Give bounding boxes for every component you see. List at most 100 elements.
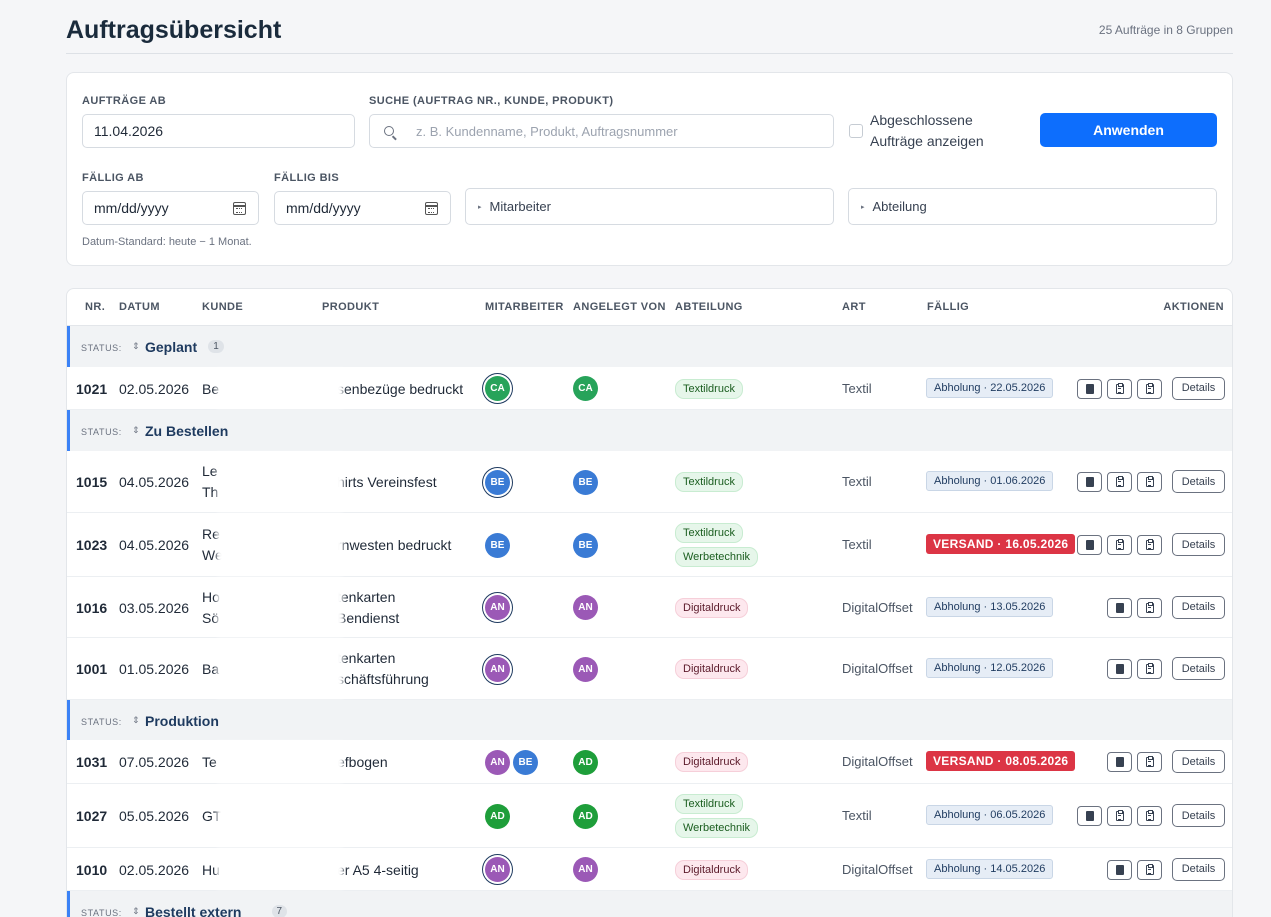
employee-avatar[interactable]: BE bbox=[485, 532, 510, 558]
employee-avatar[interactable]: AN bbox=[485, 857, 510, 882]
details-button[interactable]: Details bbox=[1172, 750, 1225, 773]
mitarbeiter-dropdown[interactable]: ▸ Mitarbeiter bbox=[465, 188, 834, 225]
clipboard-button[interactable] bbox=[1137, 535, 1162, 555]
table-row[interactable]: 1023 04.05.2026 Re We rnwesten bedruckt BE BE T… bbox=[67, 513, 1232, 577]
details-button[interactable]: Details bbox=[1172, 804, 1225, 827]
clipboard-icon bbox=[1116, 382, 1124, 394]
calendar-icon[interactable] bbox=[425, 202, 438, 215]
employee-avatar[interactable]: AN bbox=[485, 749, 510, 775]
document-button[interactable] bbox=[1107, 752, 1132, 772]
document-button[interactable] bbox=[1077, 378, 1102, 399]
clipboard-button[interactable] bbox=[1107, 806, 1132, 826]
search-input[interactable]: z. B. Kundenname, Produkt, Auftragsnumme… bbox=[369, 114, 834, 148]
details-button[interactable]: Details bbox=[1172, 595, 1225, 619]
created-by-avatar: BE bbox=[573, 469, 598, 495]
clipboard-button[interactable] bbox=[1137, 659, 1162, 679]
col-produkt[interactable]: PRODUKT bbox=[322, 301, 379, 313]
employee-avatar[interactable]: AN bbox=[485, 595, 510, 620]
col-art[interactable]: ART bbox=[842, 301, 866, 313]
due-badge: Abholung · 01.06.2026 bbox=[926, 471, 1054, 491]
calendar-icon[interactable] bbox=[233, 202, 246, 215]
employee-avatar[interactable]: BE bbox=[513, 749, 538, 775]
document-icon bbox=[1116, 864, 1124, 875]
document-button[interactable] bbox=[1077, 535, 1102, 555]
document-button[interactable] bbox=[1077, 472, 1102, 492]
details-button[interactable]: Details bbox=[1172, 857, 1225, 881]
clipboard-button[interactable] bbox=[1137, 859, 1162, 880]
table-row[interactable]: 1027 05.05.2026 GT AD AD Textildruck Werbetech… bbox=[67, 784, 1232, 848]
col-abteilung[interactable]: ABTEILUNG bbox=[675, 301, 743, 313]
clipboard-icon bbox=[1116, 810, 1124, 821]
status-prefix: STATUS: bbox=[81, 908, 122, 917]
status-group-header[interactable]: STATUS: ⇕ Geplant 1 bbox=[67, 326, 1232, 367]
abteilung-dropdown[interactable]: ▸ Abteilung bbox=[848, 188, 1217, 225]
employee-avatar[interactable]: AN bbox=[485, 656, 510, 682]
status-group-name: Bestellt extern bbox=[145, 904, 242, 917]
table-row[interactable]: 1021 02.05.2026 Be senbezüge bedruckt CA CA Te… bbox=[67, 367, 1232, 410]
sort-icon[interactable]: ⇕ bbox=[132, 715, 140, 726]
details-button[interactable]: Details bbox=[1172, 657, 1225, 680]
sort-icon[interactable]: ⇕ bbox=[132, 341, 140, 352]
order-date: 02.05.2026 bbox=[119, 380, 190, 397]
status-prefix: STATUS: bbox=[81, 343, 122, 353]
clipboard-icon bbox=[1146, 863, 1154, 875]
employee-avatar[interactable]: BE bbox=[485, 469, 510, 495]
status-group-header[interactable]: STATUS: ⇕ Zu Bestellen bbox=[67, 410, 1232, 451]
clipboard-button[interactable] bbox=[1107, 378, 1132, 399]
clipboard-button[interactable] bbox=[1137, 752, 1162, 772]
redacted-area bbox=[217, 742, 343, 782]
due-badge: Abholung · 06.05.2026 bbox=[926, 805, 1054, 825]
clipboard-button[interactable] bbox=[1107, 472, 1132, 492]
faellig-ab-input[interactable]: mm/dd/yyyy bbox=[82, 191, 259, 225]
product-name: tenkarten bbox=[337, 650, 396, 666]
product-name: efbogen bbox=[337, 754, 388, 770]
department-tag: Textildruck bbox=[675, 378, 743, 399]
closed-orders-checkbox[interactable] bbox=[849, 124, 863, 138]
status-prefix: STATUS: bbox=[81, 717, 122, 727]
document-button[interactable] bbox=[1107, 597, 1132, 618]
department-tag: Digitaldruck bbox=[675, 597, 749, 618]
col-datum[interactable]: DATUM bbox=[119, 301, 160, 313]
table-header: NR. DATUM KUNDE PRODUKT MITARBEITER ANGE… bbox=[67, 289, 1232, 326]
sort-icon[interactable]: ⇕ bbox=[132, 906, 140, 917]
redacted-area bbox=[217, 453, 343, 511]
sort-icon[interactable]: ⇕ bbox=[132, 425, 140, 436]
col-nr[interactable]: NR. bbox=[85, 301, 105, 313]
clipboard-icon bbox=[1116, 539, 1124, 550]
table-row[interactable]: 1010 02.05.2026 Hu er A5 4-seitig AN AN Digita… bbox=[67, 848, 1232, 891]
col-faellig[interactable]: FÄLLIG bbox=[927, 301, 969, 313]
details-button[interactable]: Details bbox=[1172, 533, 1225, 556]
table-row[interactable]: 1031 07.05.2026 Te efbogen AN BE AD Digitaldruc… bbox=[67, 740, 1232, 784]
clipboard-button[interactable] bbox=[1107, 535, 1132, 555]
col-mitarbeiter[interactable]: MITARBEITER bbox=[485, 301, 564, 313]
details-button[interactable]: Details bbox=[1172, 470, 1225, 493]
redacted-area bbox=[217, 369, 343, 408]
employee-avatar[interactable]: AD bbox=[485, 803, 510, 829]
document-button[interactable] bbox=[1107, 859, 1132, 880]
status-group-header[interactable]: STATUS: ⇕ Produktion bbox=[67, 700, 1232, 741]
created-by-avatar: AN bbox=[573, 595, 598, 620]
clipboard-button[interactable] bbox=[1137, 378, 1162, 399]
status-group-name: Produktion bbox=[145, 713, 219, 729]
document-button[interactable] bbox=[1077, 806, 1102, 826]
status-group-header[interactable]: STATUS: ⇕ Bestellt extern 7 bbox=[67, 891, 1232, 917]
order-type: DigitalOffset bbox=[842, 754, 913, 769]
table-row[interactable]: 1015 04.05.2026 Le Th hirts Vereinsfest BE BE T… bbox=[67, 451, 1232, 513]
apply-button[interactable]: Anwenden bbox=[1040, 113, 1217, 147]
table-row[interactable]: 1016 03.05.2026 Ho Sö tenkarten Bendienst AN AN… bbox=[67, 577, 1232, 638]
col-kunde[interactable]: KUNDE bbox=[202, 301, 243, 313]
details-button[interactable]: Details bbox=[1172, 376, 1225, 400]
table-row[interactable]: 1001 01.05.2026 Ba tenkarten schäftsführung A… bbox=[67, 638, 1232, 700]
created-by-avatar: BE bbox=[573, 532, 598, 558]
closed-orders-label[interactable]: Abgeschlossene Aufträge anzeigen bbox=[870, 110, 984, 152]
clipboard-button[interactable] bbox=[1137, 472, 1162, 492]
auftraege-ab-input[interactable]: 11.04.2026 bbox=[82, 114, 355, 148]
faellig-bis-input[interactable]: mm/dd/yyyy bbox=[274, 191, 451, 225]
col-angelegt-von[interactable]: ANGELEGT VON bbox=[573, 301, 666, 313]
employee-avatar[interactable]: CA bbox=[485, 376, 510, 401]
clipboard-button[interactable] bbox=[1137, 597, 1162, 618]
customer-name: Le bbox=[202, 463, 218, 479]
due-badge: VERSAND · 16.05.2026 bbox=[926, 534, 1076, 554]
clipboard-button[interactable] bbox=[1137, 806, 1162, 826]
document-button[interactable] bbox=[1107, 659, 1132, 679]
